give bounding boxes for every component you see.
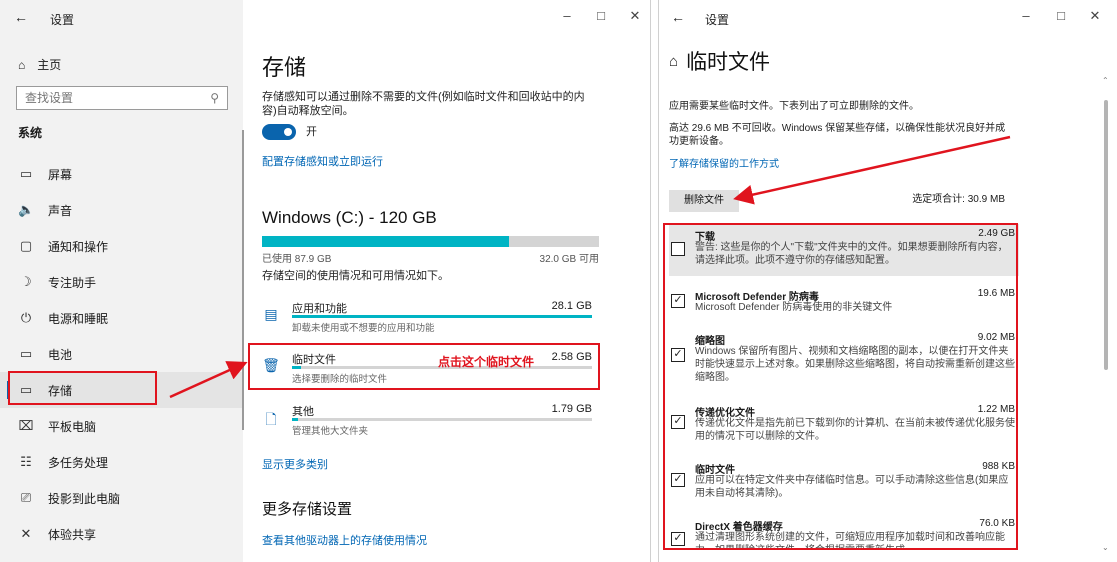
window-title: 设置 [50, 13, 75, 27]
search-input[interactable] [17, 87, 197, 109]
search-icon: ⚲ [210, 91, 219, 105]
vertical-scrollbar[interactable]: ⌃ ⌄ [1102, 76, 1109, 552]
usage-description: 存储空间的使用情况和可用情况如下。 [262, 270, 449, 282]
sidebar-scrollbar[interactable] [242, 130, 244, 430]
drive-usage-fill [262, 236, 509, 247]
highlight-storage-box [8, 371, 157, 405]
scroll-down-icon[interactable]: ⌄ [1102, 543, 1109, 552]
sidebar-item-label: 声音 [48, 203, 73, 218]
page-title: 存储 [262, 55, 307, 80]
drive-title: Windows (C:) - 120 GB [262, 208, 437, 227]
sidebar-item-sound[interactable]: 🔈 声音 [0, 192, 243, 228]
category-bar-fill [292, 418, 298, 421]
sidebar-item-label: 专注助手 [48, 275, 97, 290]
toggle-state-label: 开 [306, 126, 317, 138]
maximize-button[interactable]: □ [1051, 8, 1071, 23]
moon-icon: ☽ [20, 274, 32, 289]
sidebar-item-projecting[interactable]: ⎚ 投影到此电脑 [0, 480, 243, 516]
sidebar-item-battery[interactable]: ▭ 电池 [0, 336, 243, 372]
storage-main: 存储 存储感知可以通过删除不需要的文件(例如临时文件和回收站中的内容)自动释放空… [262, 36, 642, 562]
sidebar-item-label: 电源和睡眠 [48, 311, 109, 326]
apps-icon: ▤ [264, 306, 278, 322]
home-icon: ⌂ [669, 52, 679, 70]
tablet-icon: ⌧ [18, 418, 34, 433]
maximize-button[interactable]: □ [591, 8, 611, 23]
sidebar-item-label: 电池 [48, 347, 73, 362]
sidebar: ⌂ 主页 ⚲ 系统 ▭ 屏幕 🔈 声音 ▢ 通知和操作 ☽ 专注助手 ⏻ 电源和… [0, 36, 243, 562]
free-space-text: 32.0 GB 可用 [539, 254, 599, 265]
scroll-up-icon[interactable]: ⌃ [1102, 76, 1109, 85]
category-bar [292, 315, 592, 318]
notification-icon: ▢ [19, 238, 33, 253]
selected-total: 选定项合计: 30.9 MB [912, 194, 1005, 205]
storage-sense-toggle[interactable] [262, 124, 296, 140]
home-icon: ⌂ [18, 57, 26, 72]
file-icon: 🗋 [265, 411, 277, 427]
sidebar-item-tablet[interactable]: ⌧ 平板电脑 [0, 408, 243, 444]
close-button[interactable]: ✕ [625, 8, 645, 24]
category-name: 应用和功能 [292, 303, 347, 315]
settings-window-temp-files: ← 设置 – □ ✕ ⌂ 临时文件 应用需要某些临时文件。下表列出了可立即删除的… [658, 0, 1117, 562]
share-icon: ✕ [20, 526, 32, 541]
used-space-text: 已使用 87.9 GB [262, 254, 332, 265]
search-box[interactable]: ⚲ [16, 86, 228, 110]
other-drives-link[interactable]: 查看其他驱动器上的存储使用情况 [262, 532, 427, 548]
category-description: 管理其他大文件夹 [292, 426, 369, 437]
category-other[interactable]: 🗋 其他 1.79 GB 管理其他大文件夹 [262, 403, 592, 443]
title-bar [0, 0, 243, 36]
sidebar-item-label: 投影到此电脑 [48, 491, 121, 506]
sidebar-item-shared-experiences[interactable]: ✕ 体验共享 [0, 516, 243, 552]
show-more-categories-link[interactable]: 显示更多类别 [262, 456, 328, 472]
page-header: ⌂ 临时文件 [669, 46, 770, 76]
sidebar-item-display[interactable]: ▭ 屏幕 [0, 156, 243, 192]
annotation-click-temp-files: 点击这个临时文件 [438, 355, 535, 369]
minimize-button[interactable]: – [1016, 8, 1036, 23]
sidebar-item-multitasking[interactable]: ☷ 多任务处理 [0, 444, 243, 480]
monitor-icon: ▭ [19, 166, 33, 181]
multitask-icon: ☷ [20, 454, 32, 469]
sidebar-item-label: 平板电脑 [48, 419, 97, 434]
learn-reserved-storage-link[interactable]: 了解存储保留的工作方式 [669, 155, 779, 170]
minimize-button[interactable]: – [557, 8, 577, 23]
window-title: 设置 [705, 13, 730, 27]
drive-usage-bar [262, 236, 599, 247]
sidebar-item-label: 多任务处理 [48, 455, 109, 470]
sidebar-home[interactable]: ⌂ 主页 [18, 56, 61, 73]
category-description: 卸载未使用或不想要的应用和功能 [292, 323, 435, 334]
category-size: 28.1 GB [551, 300, 592, 312]
sidebar-section-title: 系统 [18, 126, 43, 140]
sidebar-item-label: 通知和操作 [48, 239, 109, 254]
back-arrow-icon[interactable]: ← [671, 9, 685, 25]
sidebar-item-power[interactable]: ⏻ 电源和睡眠 [0, 300, 243, 336]
battery-icon: ▭ [19, 346, 33, 361]
storage-sense-description: 存储感知可以通过删除不需要的文件(例如临时文件和回收站中的内容)自动释放空间。 [262, 91, 585, 117]
sidebar-item-label: 体验共享 [48, 527, 97, 542]
settings-window-storage: ← 设置 – □ ✕ ⌂ 主页 ⚲ 系统 ▭ 屏幕 🔈 声音 ▢ 通知和操作 ☽… [0, 0, 651, 562]
highlight-file-list-box [663, 223, 1018, 550]
category-name: 其他 [292, 406, 314, 418]
intro-text: 应用需要某些临时文件。下表列出了可立即删除的文件。 [669, 101, 919, 112]
scrollbar-thumb[interactable] [1104, 100, 1108, 370]
sidebar-item-focus-assist[interactable]: ☽ 专注助手 [0, 264, 243, 300]
sidebar-home-label: 主页 [37, 58, 62, 72]
category-apps-features[interactable]: ▤ 应用和功能 28.1 GB 卸载未使用或不想要的应用和功能 [262, 300, 592, 340]
category-bar-fill [292, 315, 592, 318]
delete-files-button[interactable]: 删除文件 [669, 190, 739, 212]
category-size: 1.79 GB [551, 403, 592, 415]
category-bar [292, 418, 592, 421]
highlight-temp-files-box [248, 343, 600, 390]
reserved-storage-warning: 高达 29.6 MB 不可回收。Windows 保留某些存储，以确保性能状况良好… [669, 123, 1006, 147]
project-icon: ⎚ [20, 490, 32, 505]
power-icon: ⏻ [20, 310, 32, 325]
close-button[interactable]: ✕ [1085, 8, 1105, 24]
page-title: 临时文件 [686, 51, 771, 74]
sidebar-item-label: 屏幕 [48, 167, 73, 182]
more-storage-settings-heading: 更多存储设置 [262, 501, 353, 518]
speaker-icon: 🔈 [18, 202, 35, 217]
configure-storage-sense-link[interactable]: 配置存储感知或立即运行 [262, 153, 383, 169]
title-bar [243, 0, 650, 36]
sidebar-item-notifications[interactable]: ▢ 通知和操作 [0, 228, 243, 264]
back-arrow-icon[interactable]: ← [14, 9, 28, 25]
